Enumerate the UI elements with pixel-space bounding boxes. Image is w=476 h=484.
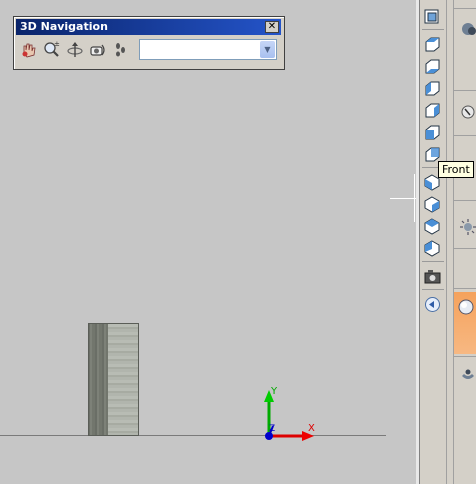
swivel-icon[interactable] — [88, 40, 108, 60]
walk-icon[interactable] — [111, 40, 131, 60]
ground-line — [0, 435, 386, 436]
toolbar-separator — [422, 289, 444, 290]
panel-separator — [454, 248, 476, 249]
front-view-icon[interactable] — [423, 123, 442, 142]
se-iso-view-icon[interactable] — [423, 195, 442, 214]
box-edges — [88, 323, 139, 436]
bottom-view-icon[interactable] — [423, 57, 442, 76]
panel-separator — [454, 200, 476, 201]
render-icon[interactable] — [459, 366, 476, 383]
3d-make-icon[interactable] — [459, 20, 476, 37]
toolbar-titlebar[interactable]: 3D Navigation ✕ — [16, 19, 281, 35]
named-views-icon[interactable] — [423, 7, 442, 26]
zoom-icon[interactable]: ± — [42, 40, 62, 60]
previous-view-icon[interactable] — [423, 295, 442, 314]
toolbar-separator — [422, 261, 444, 262]
light-icon[interactable] — [459, 218, 476, 235]
toolbar-title: 3D Navigation — [20, 20, 108, 33]
left-view-icon[interactable] — [423, 79, 442, 98]
top-view-icon[interactable] — [423, 35, 442, 54]
pan-icon[interactable] — [19, 40, 39, 60]
right-view-icon[interactable] — [423, 101, 442, 120]
close-icon[interactable]: ✕ — [265, 21, 279, 33]
nw-iso-view-icon[interactable] — [423, 239, 442, 258]
materials-icon[interactable] — [457, 298, 475, 316]
view-toolbar — [420, 0, 446, 484]
panel-separator — [454, 288, 476, 289]
tooltip: Front — [438, 161, 474, 178]
panel-separator — [454, 356, 476, 357]
orbit-icon[interactable] — [65, 40, 85, 60]
chevron-down-icon[interactable]: ▼ — [260, 41, 275, 58]
toolbar-separator — [422, 29, 444, 30]
materials-panel-highlight[interactable] — [454, 292, 476, 354]
ucs-x-label: X — [308, 423, 315, 434]
palette-divider[interactable] — [446, 0, 454, 484]
crosshair-horizontal — [390, 198, 416, 199]
3d-navigation-toolbar[interactable]: 3D Navigation ✕ ± ▼ — [13, 16, 285, 70]
ne-iso-view-icon[interactable] — [423, 217, 442, 236]
svg-text:±: ± — [54, 40, 60, 48]
drawing-viewport[interactable]: Y X Z 3D Navigation ✕ ± ▼ — [0, 0, 416, 484]
ucs-icon: Y X Z — [264, 386, 315, 441]
compass-icon[interactable] — [459, 104, 476, 121]
camera-icon[interactable] — [423, 267, 442, 286]
3d-box-object[interactable] — [88, 323, 139, 436]
ucs-z-label: Z — [269, 424, 275, 434]
panel-separator — [454, 90, 476, 91]
ucs-y-label: Y — [270, 386, 278, 397]
crosshair-vertical — [414, 174, 415, 222]
navigation-mode-dropdown[interactable]: ▼ — [139, 39, 277, 60]
panel-separator — [454, 8, 476, 9]
dashboard-panel — [454, 0, 476, 484]
panel-separator — [454, 135, 476, 136]
